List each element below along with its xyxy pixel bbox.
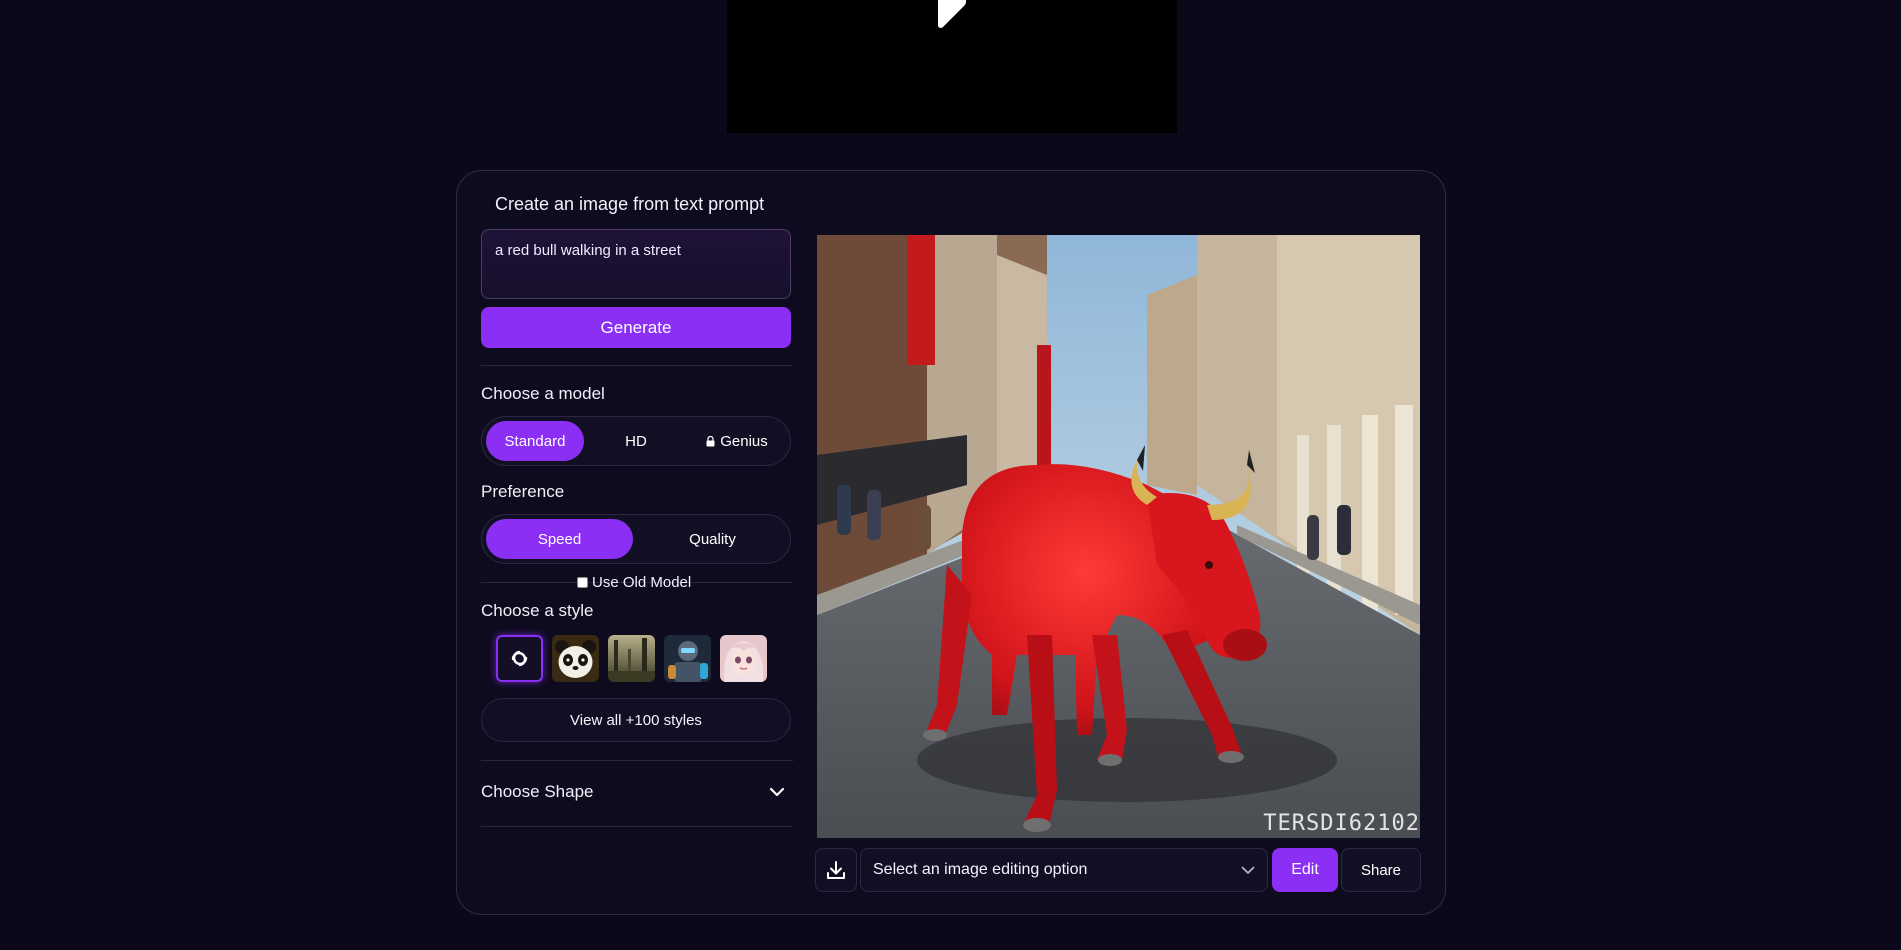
panda-style-image	[552, 635, 599, 682]
divider	[481, 760, 793, 761]
style-label: Choose a style	[481, 601, 594, 620]
download-button[interactable]	[815, 848, 857, 892]
old-model-option[interactable]: Use Old Model	[577, 574, 691, 591]
old-model-checkbox[interactable]	[577, 577, 588, 588]
prompt-input[interactable]: a red bull walking in a street	[481, 229, 791, 299]
preference-label: Preference	[481, 482, 565, 501]
share-label: Share	[1360, 861, 1402, 879]
red-bull-street-image	[817, 235, 1420, 838]
model-standard-label: Standard	[504, 432, 566, 450]
style-panda-thumb[interactable]	[552, 635, 599, 682]
style-robot-thumb[interactable]	[664, 635, 711, 682]
preference-quality-button[interactable]: Quality	[639, 519, 786, 559]
landscape-style-image	[608, 635, 655, 682]
preference-speed-button[interactable]: Speed	[486, 519, 633, 559]
old-model-label: Use Old Model	[592, 574, 692, 591]
robot-style-image	[664, 635, 711, 682]
chevron-down-icon	[769, 787, 785, 797]
no-style-icon	[511, 650, 528, 667]
model-standard-button[interactable]: Standard	[486, 421, 584, 461]
model-label: Choose a model	[481, 384, 605, 403]
choose-shape-label: Choose Shape	[481, 782, 594, 801]
choose-shape-toggle[interactable]: Choose Shape	[481, 780, 793, 804]
model-genius-button[interactable]: Genius	[688, 421, 786, 461]
chevron-down-icon	[1241, 866, 1255, 874]
style-landscape-thumb[interactable]	[608, 635, 655, 682]
page-title: Create an image from text prompt	[495, 194, 765, 214]
style-anime-thumb[interactable]	[720, 635, 767, 682]
share-button[interactable]: Share	[1341, 848, 1421, 892]
model-selector: Standard HD Genius	[481, 416, 791, 466]
style-none-thumb[interactable]	[496, 635, 543, 682]
preference-speed-label: Speed	[537, 530, 582, 548]
model-hd-button[interactable]: HD	[587, 421, 685, 461]
divider	[481, 826, 793, 827]
lock-icon	[706, 435, 715, 446]
play-icon[interactable]	[936, 0, 968, 28]
generate-button[interactable]: Generate	[481, 307, 791, 348]
model-hd-label: HD	[625, 432, 647, 450]
preference-selector: Speed Quality	[481, 514, 791, 564]
image-editing-select-value: Select an image editing option	[873, 861, 1088, 878]
anime-style-image	[720, 635, 767, 682]
edit-button[interactable]: Edit	[1272, 848, 1338, 892]
preference-quality-label: Quality	[689, 530, 736, 548]
divider	[481, 365, 793, 366]
watermark: TERSDI62102	[1263, 811, 1420, 836]
view-all-styles-button[interactable]: View all +100 styles	[481, 698, 791, 742]
image-editing-select[interactable]: Select an image editing option	[860, 848, 1268, 892]
download-icon	[827, 861, 845, 879]
generated-image: TERSDI62102	[817, 235, 1420, 838]
model-genius-label: Genius	[720, 432, 768, 450]
